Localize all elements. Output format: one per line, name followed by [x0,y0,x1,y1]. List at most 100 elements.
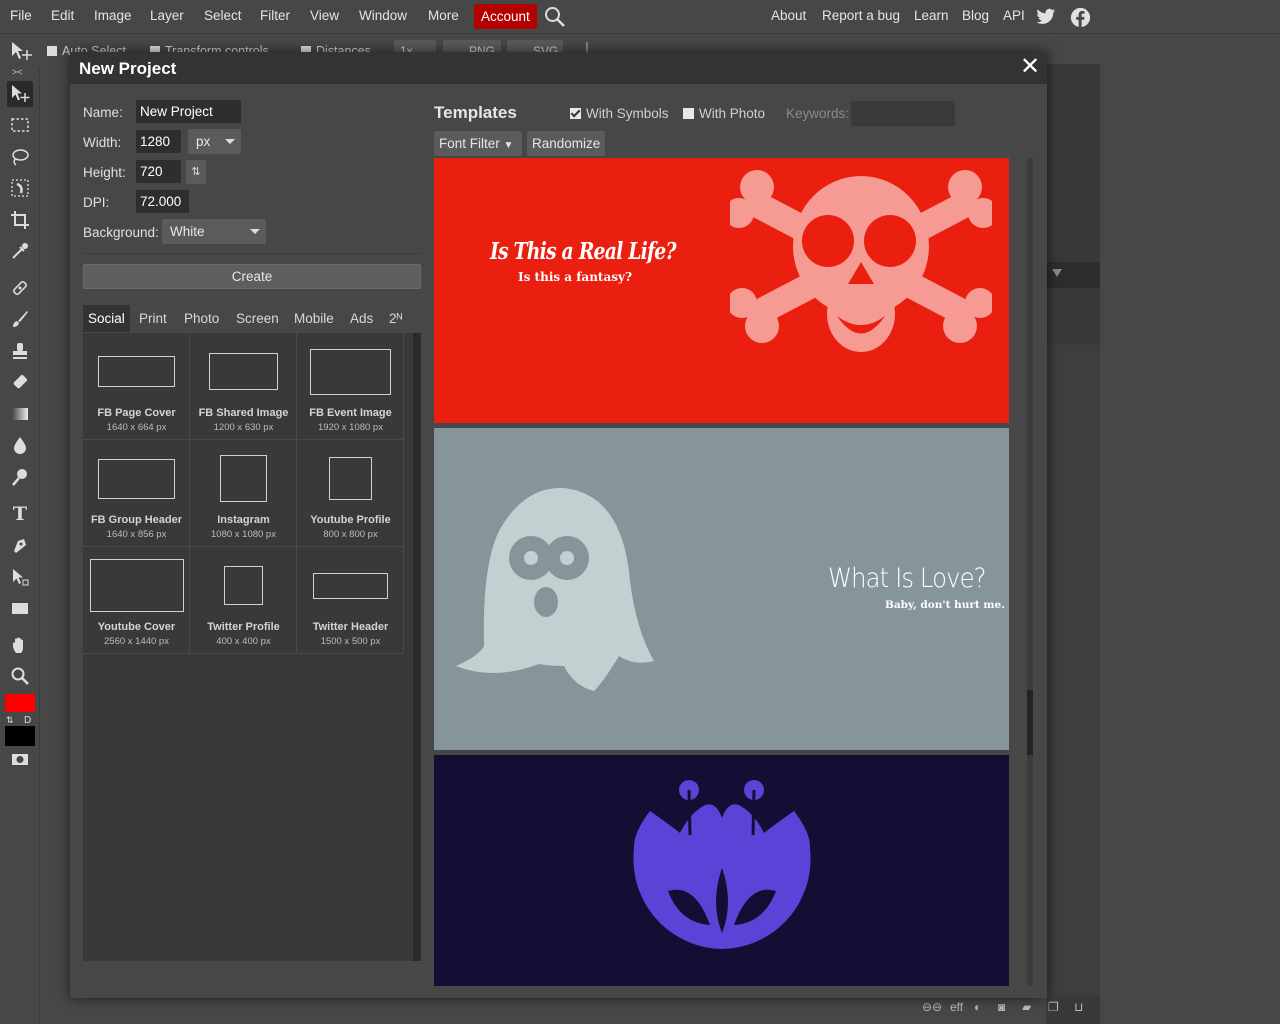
preset-name: Youtube Cover [97,621,176,633]
facebook-icon[interactable] [1070,7,1091,31]
menu-learn[interactable]: Learn [914,8,949,23]
zoom-tool-icon[interactable] [7,663,33,689]
preset-scrollbar[interactable] [413,333,421,961]
twitter-icon[interactable] [1036,8,1056,29]
menu-window[interactable]: Window [359,8,407,23]
lasso-tool-icon[interactable] [7,144,33,170]
menu-more[interactable]: More [428,8,459,23]
link-icon[interactable]: ⊖⊖ [922,1000,942,1014]
marquee-tool-icon[interactable] [7,112,33,138]
preset-dims: 1640 x 856 px [106,529,167,540]
templates-title: Templates [434,103,517,122]
menu-filter[interactable]: Filter [260,8,290,23]
tab-mobile[interactable]: Mobile [289,305,339,332]
collapse-toggle-icon[interactable]: >< [12,67,23,77]
dodge-tool-icon[interactable] [7,464,33,490]
crop-tool-icon[interactable] [7,207,33,233]
menu-layer[interactable]: Layer [150,8,184,23]
preset-shape [98,459,175,499]
menu-api[interactable]: API [1003,8,1025,23]
height-field[interactable]: 720 [136,160,181,183]
unit-select[interactable]: px [188,129,241,154]
font-filter-button[interactable]: Font Filter ▼ [434,131,522,156]
tab-photo[interactable]: Photo [179,305,224,332]
swap-dimensions-icon[interactable]: ⇅ [186,160,206,184]
preset-youtube-profile[interactable]: Youtube Profile 800 x 800 px [297,440,404,547]
blur-tool-icon[interactable] [7,432,33,458]
move-tool-icon[interactable] [7,81,33,107]
healing-brush-tool-icon[interactable] [7,275,33,301]
chevron-down-icon[interactable] [1052,269,1062,277]
foreground-color-swatch[interactable] [5,694,35,712]
create-button[interactable]: Create [83,264,421,289]
preset-name: FB Group Header [90,514,183,526]
templates-scrollbar[interactable] [1027,158,1033,986]
tools-panel: >< T ⇅ D [0,67,40,1024]
folder-icon[interactable]: ▰ [1022,1000,1031,1014]
eraser-tool-icon[interactable] [7,369,33,395]
hand-tool-icon[interactable] [7,632,33,658]
path-select-tool-icon[interactable] [7,564,33,590]
preset-twitter-header[interactable]: Twitter Header 1500 x 500 px [297,547,404,654]
mask-icon[interactable]: ◙ [998,1000,1005,1014]
close-icon[interactable]: ✕ [1020,55,1040,79]
tab-screen[interactable]: Screen [231,305,284,332]
randomize-button[interactable]: Randomize [527,131,605,156]
preset-dims: 1200 x 630 px [213,422,274,433]
background-color-swatch[interactable] [5,726,35,746]
swap-colors-icon[interactable]: ⇅ [6,715,14,726]
preset-fb-event-image[interactable]: FB Event Image 1920 x 1080 px [297,333,404,440]
effects-button[interactable]: eff [950,1000,963,1014]
menu-blog[interactable]: Blog [962,8,989,23]
with-symbols-checkbox[interactable]: With Symbols [570,106,669,121]
menu-file[interactable]: File [10,8,32,23]
new-layer-icon[interactable]: ❐ [1048,1000,1059,1014]
menu-edit[interactable]: Edit [51,8,74,23]
tab-power-of-two[interactable]: 2ᴺ [384,305,407,332]
menu-image[interactable]: Image [94,8,132,23]
template-card[interactable]: What Is Love? Baby, don't hurt me. [434,428,1009,750]
ghost-icon [456,487,654,691]
magic-wand-tool-icon[interactable] [7,175,33,201]
menu-select[interactable]: Select [204,8,242,23]
menu-about[interactable]: About [771,8,806,23]
tab-ads[interactable]: Ads [345,305,378,332]
preset-fb-group-header[interactable]: FB Group Header 1640 x 856 px [83,440,190,547]
default-colors-icon[interactable]: D [24,715,31,726]
preset-instagram[interactable]: Instagram 1080 x 1080 px [190,440,297,547]
width-field[interactable]: 1280 [136,130,181,153]
adjustment-icon[interactable]: ◐ [974,1000,981,1014]
template-subtitle: Baby, don't hurt me. [885,599,1005,611]
preset-fb-page-cover[interactable]: FB Page Cover 1640 x 664 px [83,333,190,440]
tab-print[interactable]: Print [134,305,172,332]
dpi-field[interactable]: 72.000 [136,190,189,213]
brush-tool-icon[interactable] [7,306,33,332]
template-card[interactable]: Is This a Real Life? Is this a fantasy? [434,158,1009,423]
tab-social[interactable]: Social [83,305,130,332]
with-photo-checkbox[interactable]: With Photo [683,106,765,121]
trash-icon[interactable]: ⊔ [1074,1000,1083,1014]
menu-report-bug[interactable]: Report a bug [822,8,900,23]
scrollbar-thumb[interactable] [1027,690,1033,755]
template-card[interactable] [434,755,1009,986]
background-select[interactable]: White [162,219,266,244]
menu-view[interactable]: View [310,8,339,23]
svg-text:T: T [13,503,27,523]
text-tool-icon[interactable]: T [7,500,33,526]
preset-dims: 800 x 800 px [323,529,378,540]
dpi-label: DPI: [83,195,110,210]
preset-twitter-profile[interactable]: Twitter Profile 400 x 400 px [190,547,297,654]
search-icon[interactable] [544,6,566,31]
pen-tool-icon[interactable] [7,532,33,558]
preset-fb-shared-image[interactable]: FB Shared Image 1200 x 630 px [190,333,297,440]
preset-shape [224,566,263,605]
preset-youtube-cover[interactable]: Youtube Cover 2560 x 1440 px [83,547,190,654]
shape-tool-icon[interactable] [7,595,33,621]
eyedropper-tool-icon[interactable] [7,238,33,264]
quick-mask-icon[interactable] [7,746,33,772]
keywords-input[interactable] [851,101,955,126]
gradient-tool-icon[interactable] [7,401,33,427]
account-button[interactable]: Account [474,4,537,29]
clone-stamp-tool-icon[interactable] [7,338,33,364]
name-field[interactable]: New Project [136,100,241,123]
